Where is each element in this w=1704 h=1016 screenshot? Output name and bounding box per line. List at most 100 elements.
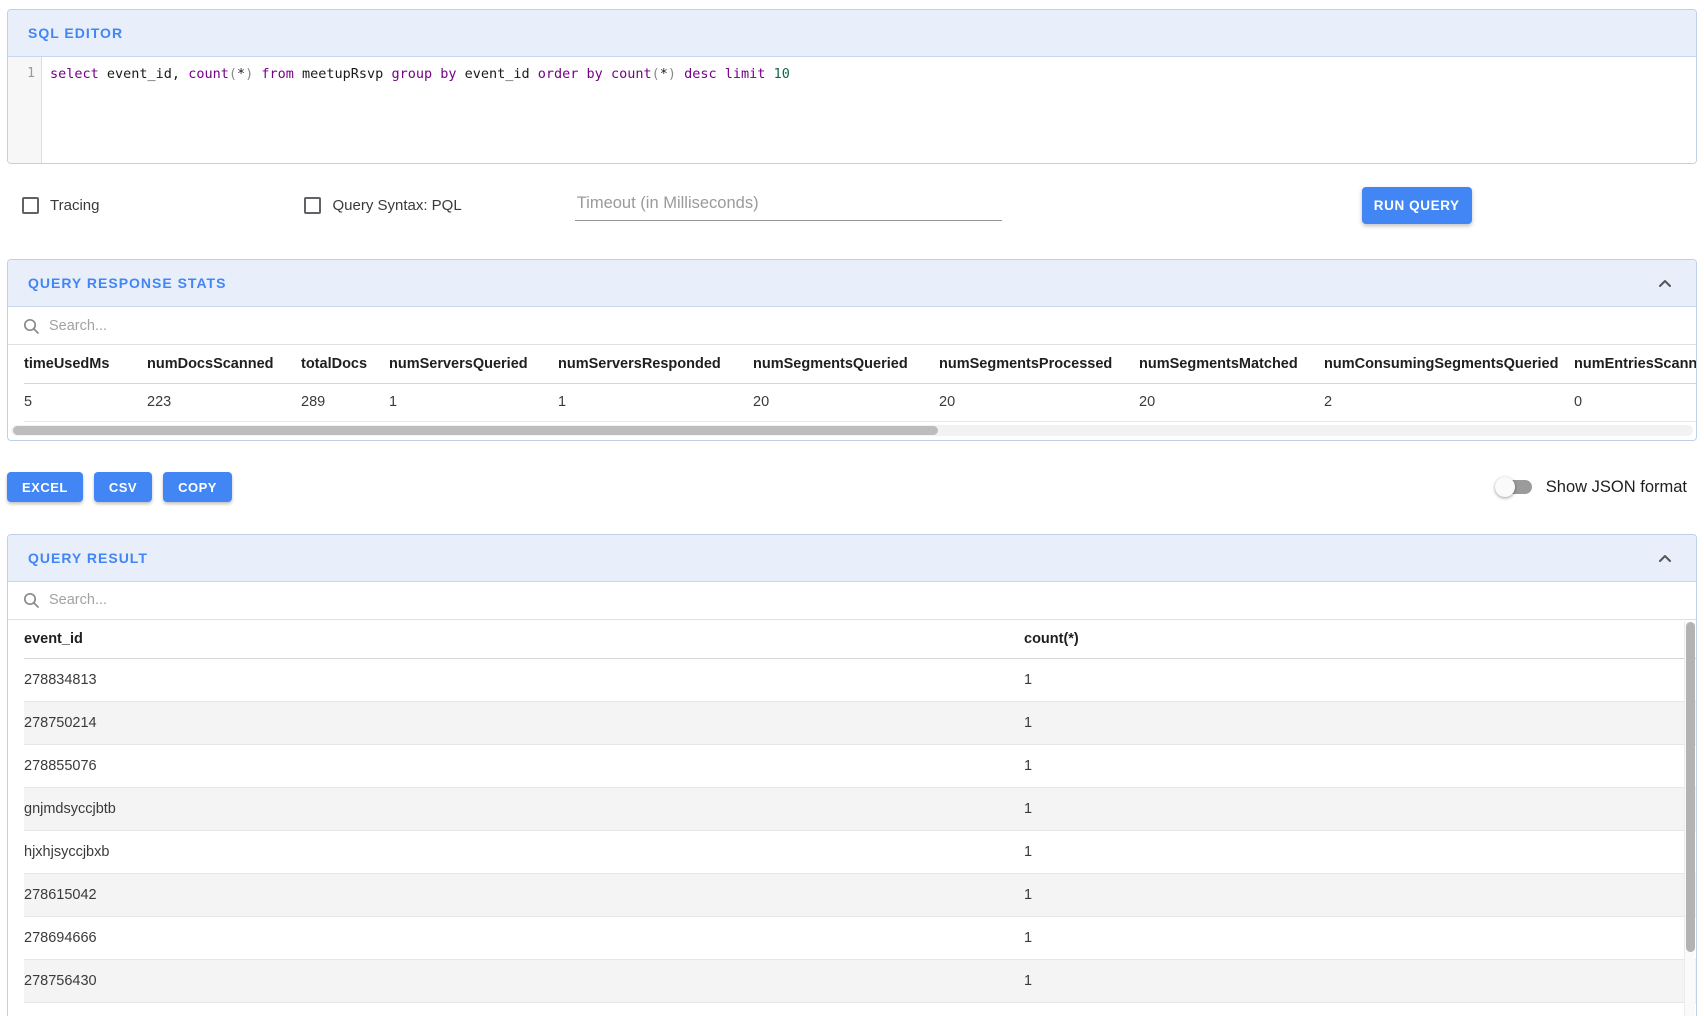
sql-token: [765, 66, 773, 82]
sql-token: [717, 66, 725, 82]
stats-cell: 0: [1574, 383, 1696, 421]
collapse-chevron-up-icon[interactable]: [1654, 272, 1676, 294]
stats-data-row: 52232891120202020: [24, 383, 1696, 421]
sql-token: *: [237, 66, 245, 82]
tracing-label: Tracing: [50, 197, 99, 214]
result-panel-title: QUERY RESULT: [28, 550, 148, 566]
stats-column-header[interactable]: numServersResponded: [558, 345, 753, 383]
sql-token: from: [261, 66, 294, 82]
stats-cell: 1: [389, 383, 558, 421]
stats-column-header[interactable]: numSegmentsQueried: [753, 345, 939, 383]
sql-token: event_id: [456, 66, 537, 82]
timeout-input[interactable]: [575, 190, 1002, 221]
pql-checkbox-group: Query Syntax: PQL: [304, 197, 461, 214]
result-cell-event-id: 278855076: [24, 745, 1024, 788]
search-icon: [22, 591, 40, 609]
csv-button[interactable]: CSV: [94, 472, 152, 502]
result-cell-count: 1: [1024, 745, 1696, 788]
sql-token: group by: [391, 66, 456, 82]
pql-checkbox[interactable]: [304, 197, 321, 214]
result-cell-count: [1024, 1003, 1696, 1016]
sql-token: 10: [774, 66, 790, 82]
sql-token: ): [668, 66, 676, 82]
stats-search-input[interactable]: [49, 318, 1682, 334]
json-toggle-group: Show JSON format: [1498, 478, 1697, 497]
stats-cell: 20: [1139, 383, 1324, 421]
result-cell-event-id: 278…: [24, 1003, 1024, 1016]
sql-token: *: [660, 66, 668, 82]
result-search-row: [8, 582, 1696, 620]
sql-token: order by: [538, 66, 603, 82]
stats-column-header[interactable]: numServersQueried: [389, 345, 558, 383]
vertical-scrollbar-thumb[interactable]: [1686, 622, 1695, 952]
result-cell-count: 1: [1024, 831, 1696, 874]
horizontal-scrollbar: [11, 425, 1693, 436]
pql-label: Query Syntax: PQL: [332, 197, 461, 214]
stats-cell: 223: [147, 383, 301, 421]
stats-column-header[interactable]: numEntriesScannedInFilter: [1574, 345, 1696, 383]
stats-header-row: timeUsedMsnumDocsScannedtotalDocsnumServ…: [24, 345, 1696, 383]
stats-column-header[interactable]: numDocsScanned: [147, 345, 301, 383]
sql-token: (: [229, 66, 237, 82]
stats-column-header[interactable]: timeUsedMs: [24, 345, 147, 383]
query-result-panel: QUERY RESULT event_idcount(*) 2788348131…: [7, 534, 1697, 1016]
result-cell-event-id: 278756430: [24, 960, 1024, 1003]
copy-button[interactable]: COPY: [163, 472, 232, 502]
result-row: 2788550761: [24, 745, 1696, 788]
show-json-label: Show JSON format: [1546, 478, 1687, 497]
result-cell-event-id: 278750214: [24, 702, 1024, 745]
result-row: 2787502141: [24, 702, 1696, 745]
result-column-header[interactable]: count(*): [1024, 620, 1696, 659]
line-number: 1: [27, 66, 35, 81]
search-icon: [22, 317, 40, 335]
stats-cell: 289: [301, 383, 389, 421]
sql-code-line[interactable]: select event_id, count(*) from meetupRsv…: [42, 57, 1696, 163]
result-cell-event-id: hjxhjsyccjbxb: [24, 831, 1024, 874]
result-cell-event-id: 278694666: [24, 917, 1024, 960]
result-cell-count: 1: [1024, 659, 1696, 702]
result-column-header[interactable]: event_id: [24, 620, 1024, 659]
sql-token: (: [652, 66, 660, 82]
result-row: 2788348131: [24, 659, 1696, 702]
result-table: event_idcount(*) 27883481312787502141278…: [24, 620, 1696, 1016]
stats-column-header[interactable]: numSegmentsProcessed: [939, 345, 1139, 383]
horizontal-scrollbar-thumb[interactable]: [13, 426, 938, 435]
sql-code-editor[interactable]: 1 select event_id, count(*) from meetupR…: [8, 57, 1696, 163]
toggle-thumb: [1495, 477, 1515, 497]
stats-column-header[interactable]: totalDocs: [301, 345, 389, 383]
sql-token: [603, 66, 611, 82]
stats-cell: 5: [24, 383, 147, 421]
sql-editor-title: SQL EDITOR: [28, 25, 123, 41]
tracing-checkbox[interactable]: [22, 197, 39, 214]
sql-editor-panel: SQL EDITOR 1 select event_id, count(*) f…: [7, 9, 1697, 164]
stats-panel-header: QUERY RESPONSE STATS: [8, 260, 1696, 307]
vertical-scrollbar: [1684, 622, 1695, 1016]
sql-editor-header: SQL EDITOR: [8, 10, 1696, 57]
result-cell-count: 1: [1024, 960, 1696, 1003]
run-query-button[interactable]: RUN QUERY: [1362, 187, 1472, 224]
sql-token: count: [188, 66, 229, 82]
result-row: gnjmdsyccjbtb1: [24, 788, 1696, 831]
result-search-input[interactable]: [49, 592, 1682, 608]
stats-cell: 20: [939, 383, 1139, 421]
show-json-toggle[interactable]: [1498, 480, 1532, 494]
result-panel-header: QUERY RESULT: [8, 535, 1696, 582]
stats-table: timeUsedMsnumDocsScannedtotalDocsnumServ…: [24, 345, 1696, 422]
result-row: 2786150421: [24, 874, 1696, 917]
result-cell-count: 1: [1024, 917, 1696, 960]
stats-table-wrap: timeUsedMsnumDocsScannedtotalDocsnumServ…: [8, 345, 1696, 422]
line-number-gutter: 1: [8, 57, 42, 163]
result-cell-event-id: 278834813: [24, 659, 1024, 702]
stats-panel-title: QUERY RESPONSE STATS: [28, 275, 226, 291]
stats-column-header[interactable]: numConsumingSegmentsQueried: [1324, 345, 1574, 383]
excel-button[interactable]: EXCEL: [7, 472, 83, 502]
collapse-chevron-up-icon[interactable]: [1654, 547, 1676, 569]
stats-cell: 20: [753, 383, 939, 421]
sql-token: meetupRsvp: [294, 66, 392, 82]
result-cell-event-id: 278615042: [24, 874, 1024, 917]
stats-cell: 2: [1324, 383, 1574, 421]
stats-column-header[interactable]: numSegmentsMatched: [1139, 345, 1324, 383]
sql-token: select: [50, 66, 99, 82]
result-cell-event-id: gnjmdsyccjbtb: [24, 788, 1024, 831]
result-row: 2787564301: [24, 960, 1696, 1003]
